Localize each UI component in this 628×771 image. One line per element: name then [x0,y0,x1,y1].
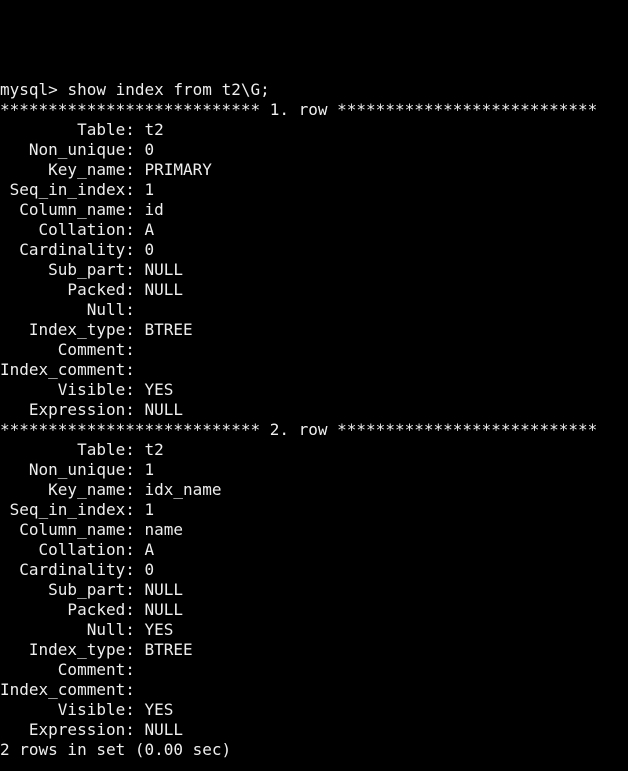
result-rows: *************************** 1. row *****… [0,100,597,739]
terminal-screen[interactable]: mysql> show index from t2\G; ***********… [0,80,628,771]
command: show index from t2\G; [67,80,269,99]
prompt-line: mysql> show index from t2\G; [0,80,270,99]
summary-line: 2 rows in set (0.00 sec) [0,740,231,759]
blank-line [0,760,10,771]
prompt: mysql> [0,80,67,99]
